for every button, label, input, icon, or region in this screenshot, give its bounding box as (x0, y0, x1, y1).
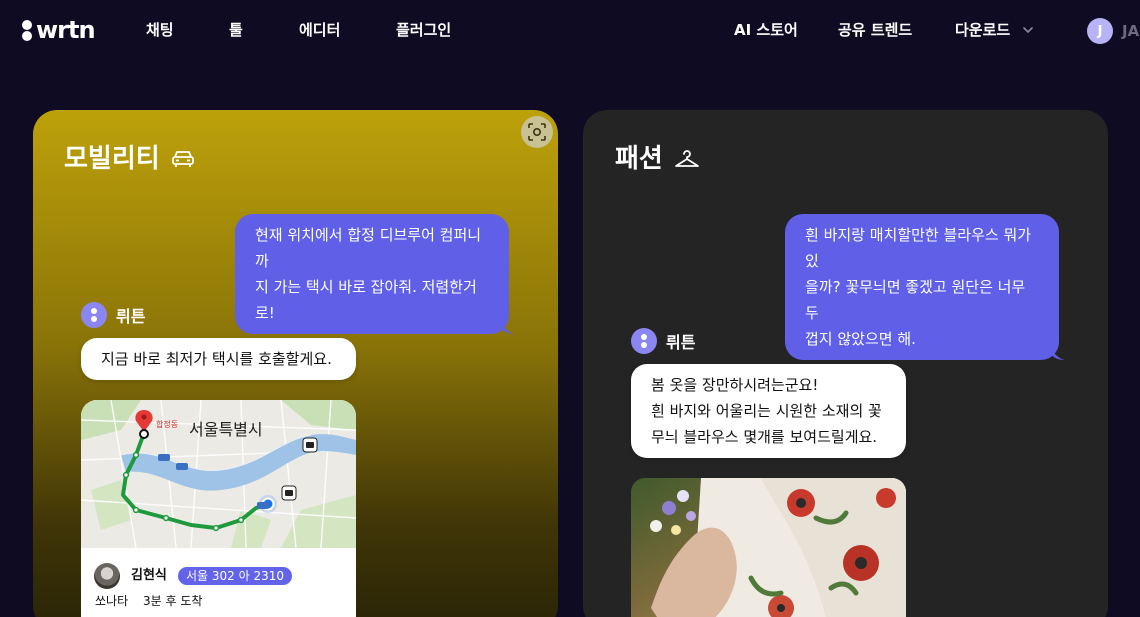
car-model: 쏘나타 (95, 594, 129, 608)
nav-item-plugin[interactable]: 플러그인 (396, 20, 451, 40)
bot-reply-line: 흰 바지와 어울리는 시원한 소재의 꽃 (651, 402, 882, 420)
avatar[interactable]: J (1087, 18, 1113, 44)
nav-item-tool[interactable]: 툴 (229, 20, 243, 40)
bot-name: 뤼튼 (116, 307, 146, 326)
wrtn-logo[interactable]: wrtn (22, 16, 96, 44)
scan-button[interactable] (521, 116, 553, 148)
nav-item-ai-store[interactable]: AI 스토어 (734, 20, 798, 40)
hanger-icon (674, 150, 699, 167)
driver-info: 김현식 서울 302 아 2310 쏘나타 3분 후 도착 (81, 548, 356, 617)
nav-item-share-trend[interactable]: 공유 트렌드 (838, 20, 912, 40)
nav-item-chat[interactable]: 채팅 (146, 20, 174, 40)
bot-reply-line: 지금 바로 최저가 택시를 호출할게요. (101, 350, 332, 368)
user-message-line: 현재 위치에서 합정 디브루어 컴퍼니까 (255, 226, 482, 270)
mobility-card: 모빌리티 현재 위치에서 합정 디브루어 컴퍼니까 지 가는 택시 바로 잡아줘… (33, 110, 558, 617)
floral-blouse-photo[interactable] (631, 478, 906, 617)
bubble-tail-icon (501, 320, 515, 334)
car-icon (171, 151, 194, 167)
bot-label: 뤼튼 (631, 328, 695, 354)
fashion-card: 패션 흰 바지랑 매치할만한 블라우스 뭐가있 을까? 꽃무늬면 좋겠고 원단은… (583, 110, 1108, 617)
bot-reply-line: 무늬 블라우스 몇개를 보여드릴게요. (651, 428, 878, 446)
card-title-text: 패션 (615, 144, 663, 174)
taxi-map-card[interactable]: 합정동 서울특별시 김현식 서울 302 아 2310 쏘나타 3분 후 도착 (81, 400, 356, 617)
card-title-fashion: 패션 (615, 142, 701, 176)
card-title-text: 모빌리티 (64, 144, 160, 174)
user-message-bubble: 현재 위치에서 합정 디브루어 컴퍼니까 지 가는 택시 바로 잡아줘. 저렴한… (235, 214, 515, 334)
user-message-line: 흰 바지랑 매치할만한 블라우스 뭐가있 (805, 226, 1032, 270)
wrtn-bot-icon (81, 302, 107, 328)
bot-reply-bubble: 봄 옷을 장만하시려는군요! 흰 바지와 어울리는 시원한 소재의 꽃 무늬 블… (631, 364, 906, 458)
bot-reply-bubble: 지금 바로 최저가 택시를 호출할게요. (81, 338, 356, 380)
logo-dots-icon (22, 19, 32, 41)
user-message-line: 껍지 않았으면 해. (805, 330, 916, 348)
top-nav: wrtn 채팅 툴 에디터 플러그인 AI 스토어 공유 트렌드 다운로드 J … (0, 0, 1140, 62)
user-message-line: 지 가는 택시 바로 잡아줘. 저렴한거로! (255, 278, 477, 322)
bubble-tail-icon (1051, 346, 1065, 360)
driver-photo (94, 563, 120, 589)
bot-name: 뤼튼 (666, 333, 696, 352)
nav-item-editor[interactable]: 에디터 (299, 20, 340, 40)
nav-item-download[interactable]: 다운로드 (955, 20, 1010, 40)
driver-name: 김현식 (131, 568, 167, 583)
map[interactable]: 합정동 서울특별시 (81, 400, 356, 548)
chevron-down-icon[interactable] (1022, 24, 1034, 36)
logo-text: wrtn (36, 16, 96, 44)
wrtn-bot-icon (631, 328, 657, 354)
user-message-line: 을까? 꽃무늬면 좋겠고 원단은 너무 두 (805, 278, 1026, 322)
card-title-mobility: 모빌리티 (64, 142, 196, 176)
eta-text: 3분 후 도착 (143, 594, 203, 608)
scan-icon (528, 123, 546, 141)
user-name[interactable]: JA (1122, 21, 1139, 41)
user-message-bubble: 흰 바지랑 매치할만한 블라우스 뭐가있 을까? 꽃무늬면 좋겠고 원단은 너무… (785, 214, 1065, 360)
bot-reply-line: 봄 옷을 장만하시려는군요! (651, 376, 819, 394)
plate-badge: 서울 302 아 2310 (178, 567, 293, 585)
map-pin-label: 합정동 (156, 419, 178, 429)
bot-label: 뤼튼 (81, 302, 145, 328)
map-city-label: 서울특별시 (189, 420, 263, 439)
